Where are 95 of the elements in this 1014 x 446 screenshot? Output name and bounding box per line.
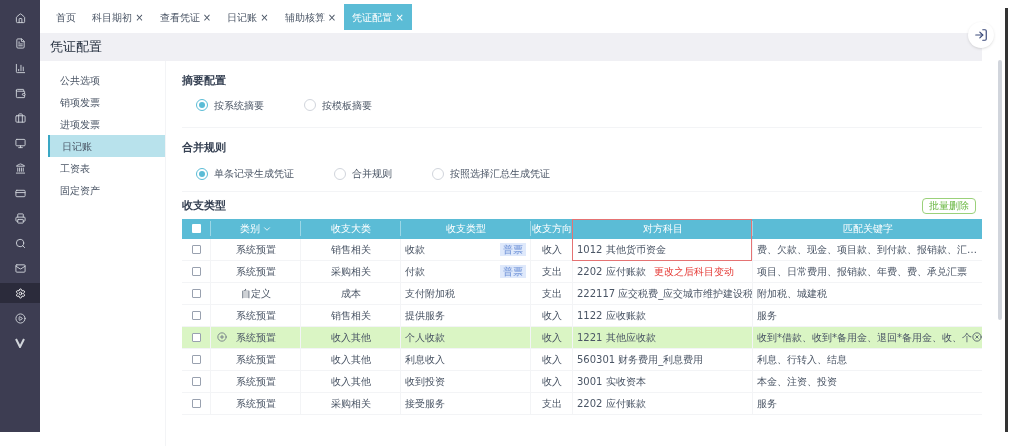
table-cell-text: 系统预置 (235, 374, 276, 389)
table-cell: 成本 (300, 282, 400, 304)
invoice-tag: 普票 (500, 242, 526, 256)
select-all-checkbox[interactable] (191, 224, 201, 233)
table-cell-text: 项目、日常费用、报销款、年费、费、承兑汇票 (757, 264, 967, 279)
row-checkbox[interactable] (191, 266, 201, 276)
menu-item[interactable]: 固定资产 (48, 179, 165, 201)
table-cell-text: 自定义 (240, 286, 271, 301)
clear-icon[interactable] (972, 332, 982, 342)
table-cell-text: 服务 (757, 308, 777, 323)
table-row[interactable]: 系统预置 收入其他 利息收入 收入 560301 财务费用_利息费用 利息、行转入、结息 (182, 348, 982, 371)
table-row[interactable]: 系统预置 收入其他 收到投资 收入 3001 实收资本 本金、注资、投资 (182, 370, 982, 393)
table-cell-text: 3001 实收资本 (577, 374, 646, 389)
menu-item[interactable]: 日记账 (48, 135, 165, 157)
row-checkbox[interactable] (191, 398, 201, 408)
table-cell-text: 收到投资 (405, 374, 445, 389)
row-checkbox[interactable] (191, 376, 201, 386)
column-header: 收支类型 (400, 221, 530, 236)
table-cell-text: 2202 应付账款 (577, 396, 646, 411)
table-cell: 销售相关 (300, 238, 400, 260)
tab[interactable]: 查看凭证 × (151, 4, 220, 30)
menu-item[interactable]: 公共选项 (48, 69, 165, 91)
table-cell: 收入 (530, 370, 572, 392)
table-cell: 收入 (530, 326, 572, 348)
radio-option[interactable]: 按模板摘要 (304, 97, 372, 113)
table-cell: 收入其他 (300, 326, 400, 348)
table-cell: 收入其他 (300, 370, 400, 392)
table-cell: 支出 (530, 282, 572, 304)
exit-icon[interactable] (968, 22, 994, 48)
radio-option[interactable]: 按系统摘要 (196, 97, 264, 113)
page-title: 凭证配置 (50, 38, 102, 57)
table-row[interactable]: 系统预置 销售相关 收款 普票 收入 1012 其他货币资金 费、欠款、现金、项目款、到付款、报销款、汇… (182, 238, 982, 261)
section-title: 合并规则 (182, 139, 227, 156)
annotation-text: 更改之后科目变动 (653, 264, 734, 279)
table-cell-text: 系统预置 (235, 396, 276, 411)
table-cell: 支出 (530, 260, 572, 282)
column-header: 收支大类 (300, 221, 400, 236)
radio-option[interactable]: 按照选择汇总生成凭证 (432, 166, 550, 181)
settings-icon[interactable] (0, 283, 40, 303)
table-cell-text: 2202 应付账款 (577, 264, 646, 279)
section-title: 收支类型 (182, 198, 226, 214)
menu-item[interactable]: 销项发票 (48, 91, 165, 113)
table-cell-text: 收到*借款、收到*备用金、退回*备用金、收、个 (757, 330, 972, 345)
column-header: 收支方向 (530, 221, 572, 236)
table-cell: 收入 (530, 348, 572, 370)
table-cell-text: 利息收入 (405, 352, 445, 367)
table-row[interactable]: 系统预置 采购相关 付款 普票 支出 2202 应付账款 更改之后科目变动 项目、日常费用、报销款、年费、费、承兑汇票 (182, 260, 982, 283)
table-cell: 采购相关 (300, 392, 400, 414)
table-cell: 采购相关 (300, 260, 400, 282)
column-header: 对方科目 (572, 221, 752, 236)
row-checkbox[interactable] (191, 244, 201, 254)
add-icon[interactable] (217, 332, 227, 342)
table-cell: 销售相关 (300, 304, 400, 326)
table-cell-text: 560301 财务费用_利息费用 (577, 352, 704, 367)
table-cell-text: 附加税、城建税 (757, 286, 827, 301)
table-cell-text: 提供服务 (405, 308, 445, 323)
table-cell-text: 付款 (405, 264, 425, 279)
invoice-tag: 普票 (500, 264, 526, 278)
table-cell: 收入 (530, 304, 572, 326)
row-checkbox[interactable] (191, 310, 201, 320)
table-row[interactable]: 系统预置 收入其他 个人收款 收入 1221 其他应收款 收到*借款、收到*备用金、退回*备用金、收、个 (182, 326, 982, 349)
tab[interactable]: 日记账 × (219, 4, 277, 30)
table-row[interactable]: 系统预置 销售相关 提供服务 收入 1122 应收账款 服务 (182, 304, 982, 327)
tab[interactable]: 辅助核算 × (276, 4, 345, 30)
table-cell-text: 系统预置 (235, 308, 276, 323)
tab[interactable]: 首页 (48, 4, 84, 30)
table-cell: 支出 (530, 392, 572, 414)
table-cell-text: 费、欠款、现金、项目款、到付款、报销款、汇… (757, 242, 977, 257)
radio-option[interactable]: 合并规则 (334, 166, 392, 181)
table-cell: 收入其他 (300, 348, 400, 370)
tab[interactable]: 科目期初 × (84, 4, 152, 30)
table-cell-text: 系统预置 (235, 330, 276, 345)
table-cell-text: 1221 其他应收款 (577, 330, 656, 345)
table-cell-text: 系统预置 (235, 352, 276, 367)
table-cell-text: 接受服务 (405, 396, 445, 411)
column-header: 匹配关键字 (752, 221, 982, 236)
table-cell-text: 利息、行转入、结息 (757, 352, 847, 367)
menu-item[interactable]: 进项发票 (48, 113, 165, 135)
table-cell-text: 服务 (757, 396, 777, 411)
table-cell-text: 1012 其他货币资金 (577, 242, 666, 257)
table-cell-text: 系统预置 (235, 242, 276, 257)
row-checkbox[interactable] (191, 332, 201, 342)
row-checkbox[interactable] (191, 288, 201, 298)
row-checkbox[interactable] (191, 354, 201, 364)
radio-option[interactable]: 单条记录生成凭证 (196, 166, 294, 181)
table-cell-text: 本金、注资、投资 (757, 374, 837, 389)
menu-item[interactable]: 工资表 (48, 157, 165, 179)
table-cell-text: 个人收款 (405, 330, 445, 345)
section-title: 摘要配置 (182, 73, 227, 89)
table-cell-text: 支付附加税 (405, 286, 455, 301)
table-cell-text: 1122 应收账款 (577, 308, 646, 323)
table-cell: 收入 (530, 238, 572, 260)
table-row[interactable]: 系统预置 采购相关 接受服务 支出 2202 应付账款 服务 (182, 392, 982, 415)
table-cell-text: 系统预置 (235, 264, 276, 279)
table-cell-text: 收款 (405, 242, 425, 257)
